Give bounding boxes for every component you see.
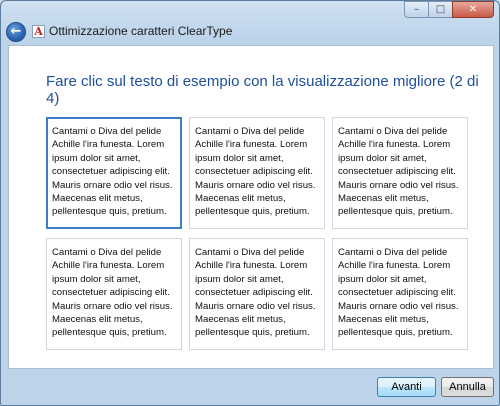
text-sample-5[interactable]: Cantami o Diva del pelide Achille l'ira … [189, 238, 325, 350]
cleartype-tuner-window: ← A Ottimizzazione caratteri ClearType –… [0, 0, 500, 406]
text-sample-6[interactable]: Cantami o Diva del pelide Achille l'ira … [332, 238, 468, 350]
next-button[interactable]: Avanti [377, 377, 436, 397]
text-sample-2[interactable]: Cantami o Diva del pelide Achille l'ira … [189, 117, 325, 229]
title-bar: ← A Ottimizzazione caratteri ClearType –… [1, 1, 499, 43]
maximize-button[interactable]: □ [428, 1, 452, 18]
text-sample-1[interactable]: Cantami o Diva del pelide Achille l'ira … [46, 117, 182, 229]
close-button[interactable]: ✕ [452, 1, 494, 18]
window-title: Ottimizzazione caratteri ClearType [49, 24, 233, 38]
back-arrow-icon[interactable]: ← [6, 22, 26, 42]
cancel-button[interactable]: Annulla [441, 377, 494, 397]
text-sample-4[interactable]: Cantami o Diva del pelide Achille l'ira … [46, 238, 182, 350]
wizard-content-panel: Fare clic sul testo di esempio con la vi… [8, 45, 494, 369]
button-bar: Avanti Annulla [1, 369, 499, 405]
cleartype-app-icon: A [32, 25, 45, 38]
minimize-button[interactable]: – [404, 1, 428, 18]
caption-buttons: – □ ✕ [404, 1, 494, 19]
page-heading: Fare clic sul testo di esempio con la vi… [46, 73, 479, 107]
text-sample-3[interactable]: Cantami o Diva del pelide Achille l'ira … [332, 117, 468, 229]
